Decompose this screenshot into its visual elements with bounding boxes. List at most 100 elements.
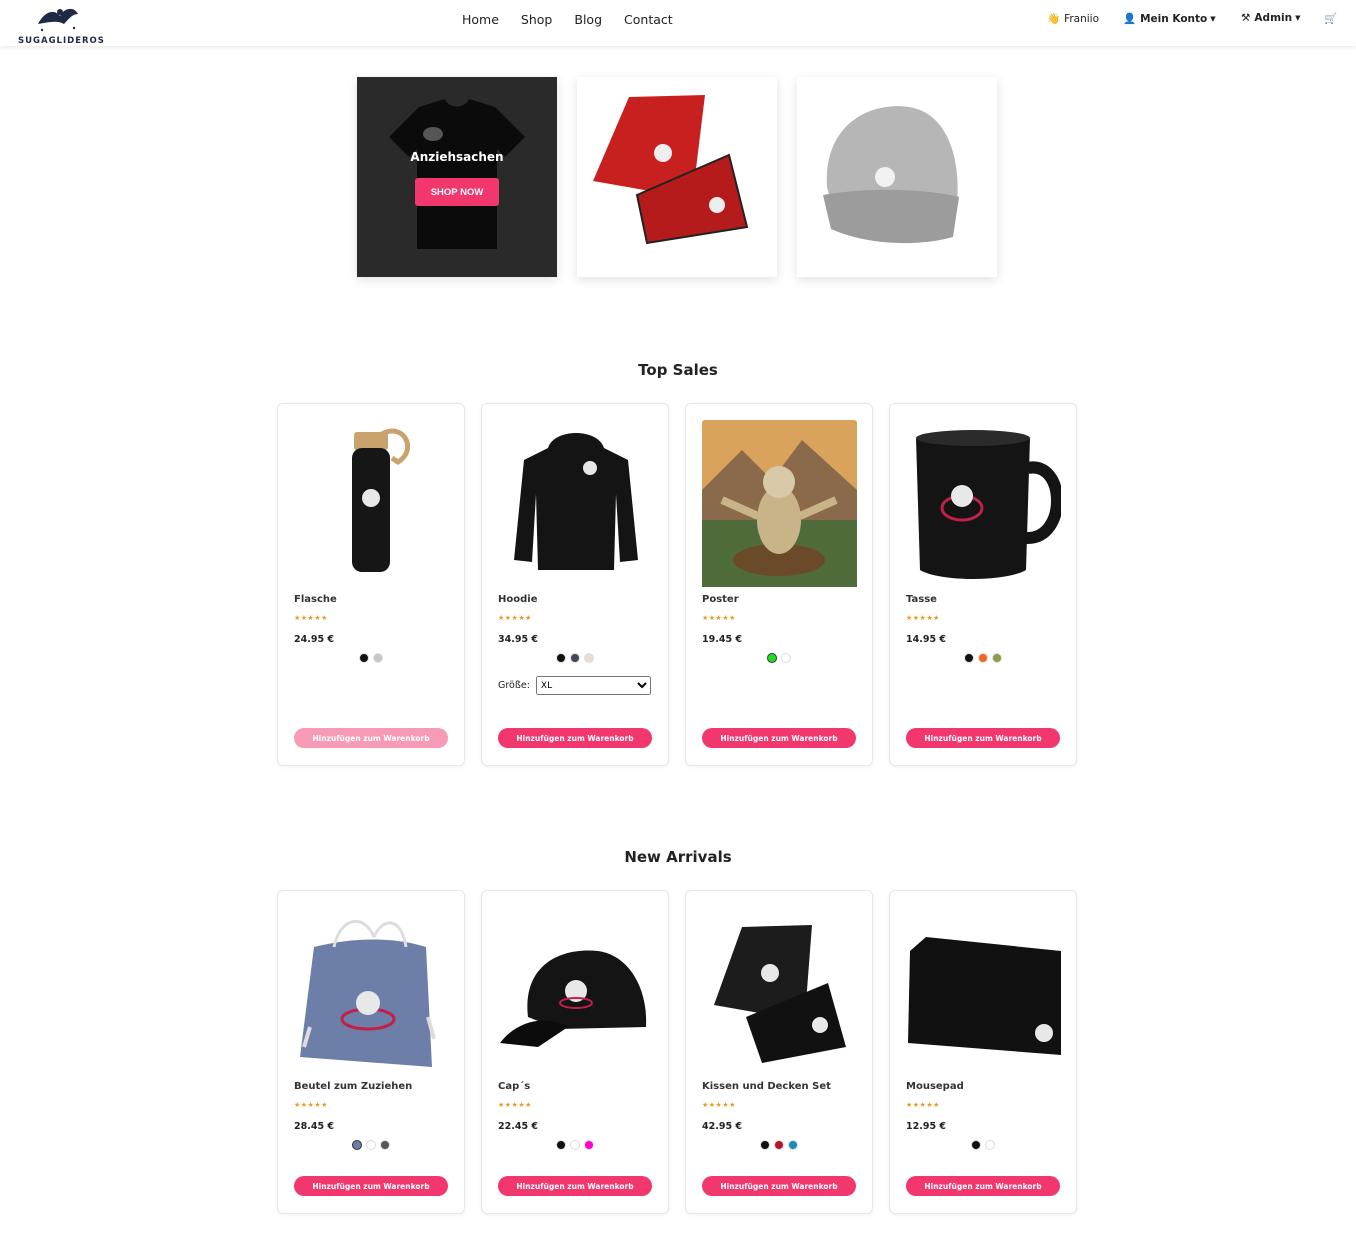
nav-contact[interactable]: Contact [624, 12, 673, 27]
cart-button[interactable]: 🛒 [1324, 12, 1337, 25]
add-to-cart-button[interactable]: Hinzufügen zum Warenkorb [498, 1176, 652, 1196]
color-swatches [686, 1140, 872, 1150]
banner-title: Anziehsachen [410, 150, 504, 164]
color-swatches [890, 653, 1076, 663]
banner-blanket[interactable] [577, 77, 777, 277]
rating-stars: ★★★★★ [702, 614, 736, 622]
color-swatch-grey[interactable] [373, 653, 383, 663]
add-to-cart-button[interactable]: Hinzufügen zum Warenkorb [294, 1176, 448, 1196]
banner-beanie[interactable] [797, 77, 997, 277]
color-swatch-white[interactable] [570, 1140, 580, 1150]
top-sales-heading: Top Sales [638, 361, 718, 379]
color-swatch-blue[interactable] [352, 1140, 362, 1150]
product-image [702, 420, 857, 587]
color-swatch-red[interactable] [774, 1140, 784, 1150]
product-card[interactable]: Tasse ★★★★★ 14.95 € Hinzufügen zum Waren… [889, 403, 1077, 766]
user-greeting[interactable]: 👋 Franiio [1047, 12, 1099, 25]
color-swatch-black[interactable] [964, 653, 974, 663]
color-swatch-white[interactable] [985, 1140, 995, 1150]
nav-shop[interactable]: Shop [521, 12, 552, 27]
product-card[interactable]: Flasche ★★★★★ 24.95 € Hinzufügen zum War… [277, 403, 465, 766]
color-swatch-black[interactable] [556, 1140, 566, 1150]
product-price: 14.95 € [906, 634, 946, 645]
chevron-down-icon: ▼ [1295, 14, 1301, 22]
color-swatch-grey[interactable] [380, 1140, 390, 1150]
product-image [514, 433, 638, 570]
admin-menu[interactable]: ⚒ Admin ▼ [1241, 12, 1300, 24]
product-name[interactable]: Poster [702, 594, 739, 605]
rating-stars: ★★★★★ [498, 614, 532, 622]
color-swatch-olive[interactable] [992, 653, 1002, 663]
add-to-cart-button[interactable]: Hinzufügen zum Warenkorb [702, 728, 856, 748]
add-to-cart-button[interactable]: Hinzufügen zum Warenkorb [498, 728, 652, 748]
product-image [300, 919, 436, 1067]
product-image [352, 428, 411, 572]
color-swatches [278, 653, 464, 663]
size-select[interactable]: XL [535, 676, 651, 695]
color-swatches [890, 1140, 1076, 1150]
account-menu[interactable]: 👤 Mein Konto ▼ [1123, 12, 1216, 25]
color-swatches [482, 1140, 668, 1150]
product-card[interactable]: Hoodie ★★★★★ 34.95 € Größe: XL Hinzufüge… [481, 403, 669, 766]
product-card[interactable]: Cap´s ★★★★★ 22.45 € Hinzufügen zum Waren… [481, 890, 669, 1214]
product-name[interactable]: Hoodie [498, 594, 537, 605]
add-to-cart-button[interactable]: Hinzufügen zum Warenkorb [702, 1176, 856, 1196]
account-label: Mein Konto [1140, 13, 1208, 25]
product-price: 24.95 € [294, 634, 334, 645]
color-swatch-blue[interactable] [788, 1140, 798, 1150]
color-swatch-black[interactable] [556, 653, 566, 663]
color-swatch-orange[interactable] [978, 653, 988, 663]
color-swatch-dark-grey[interactable] [570, 653, 580, 663]
color-swatch-black[interactable] [971, 1140, 981, 1150]
banner-clothing[interactable]: Anziehsachen SHOP NOW [357, 77, 557, 277]
product-price: 34.95 € [498, 634, 538, 645]
color-swatch-black[interactable] [359, 653, 369, 663]
color-swatch-white[interactable] [366, 1140, 376, 1150]
product-name[interactable]: Flasche [294, 594, 337, 605]
color-swatches [686, 653, 872, 663]
product-price: 28.45 € [294, 1121, 334, 1132]
user-icon: 👤 [1123, 13, 1137, 25]
add-to-cart-button[interactable]: Hinzufügen zum Warenkorb [294, 728, 448, 748]
add-to-cart-button[interactable]: Hinzufügen zum Warenkorb [906, 1176, 1060, 1196]
product-name[interactable]: Mousepad [906, 1081, 964, 1092]
color-swatch-green[interactable] [767, 653, 777, 663]
product-card[interactable]: Beutel zum Zuziehen ★★★★★ 28.45 € Hinzuf… [277, 890, 465, 1214]
chevron-down-icon: ▼ [1210, 15, 1216, 23]
product-name[interactable]: Kissen und Decken Set [702, 1081, 831, 1092]
product-price: 12.95 € [906, 1121, 946, 1132]
color-swatch-beige[interactable] [584, 653, 594, 663]
rating-stars: ★★★★★ [294, 614, 328, 622]
tools-icon: ⚒ [1241, 12, 1251, 24]
new-arrivals-heading: New Arrivals [624, 848, 732, 866]
rating-stars: ★★★★★ [906, 614, 940, 622]
brand-logo[interactable]: SUGAGLIDEROS [16, 2, 106, 46]
color-swatch-white[interactable] [781, 653, 791, 663]
product-image [500, 950, 647, 1047]
blanket-image [593, 95, 749, 245]
product-name[interactable]: Tasse [906, 594, 937, 605]
cart-icon: 🛒 [1324, 13, 1338, 25]
add-to-cart-button[interactable]: Hinzufügen zum Warenkorb [906, 728, 1060, 748]
product-price: 42.95 € [702, 1121, 742, 1132]
color-swatch-black[interactable] [760, 1140, 770, 1150]
rating-stars: ★★★★★ [498, 1101, 532, 1109]
tshirt-image [389, 99, 525, 249]
product-name[interactable]: Beutel zum Zuziehen [294, 1081, 412, 1092]
product-card[interactable]: Mousepad ★★★★★ 12.95 € Hinzufügen zum Wa… [889, 890, 1077, 1214]
nav-home[interactable]: Home [462, 12, 499, 27]
rating-stars: ★★★★★ [906, 1101, 940, 1109]
nav-blog[interactable]: Blog [574, 12, 602, 27]
rating-stars: ★★★★★ [294, 1101, 328, 1109]
product-card[interactable]: Kissen und Decken Set ★★★★★ 42.95 € Hinz… [685, 890, 873, 1214]
shop-now-button[interactable]: SHOP NOW [415, 178, 499, 206]
product-card[interactable]: Poster ★★★★★ 19.45 € Hinzufügen zum Ware… [685, 403, 873, 766]
product-name[interactable]: Cap´s [498, 1081, 530, 1092]
navbar: SUGAGLIDEROS Home Shop Blog Contact 👋 Fra… [0, 0, 1356, 46]
color-swatches [278, 1140, 464, 1150]
product-image [714, 925, 846, 1063]
user-name: Franiio [1064, 13, 1100, 25]
beanie-image [823, 106, 959, 244]
color-swatch-pink[interactable] [584, 1140, 594, 1150]
product-price: 19.45 € [702, 634, 742, 645]
